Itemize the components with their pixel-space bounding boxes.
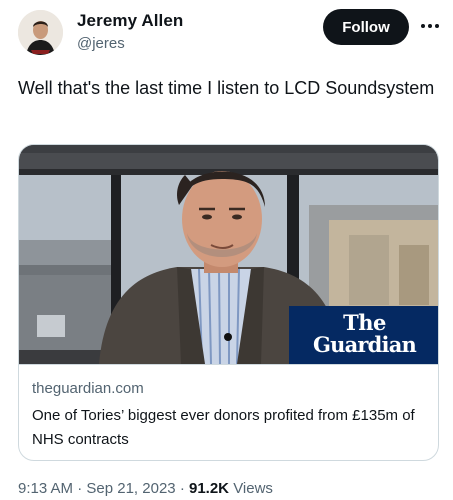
tweet-time[interactable]: 9:13 AM [18, 480, 73, 497]
author-handle[interactable]: @jeres [77, 35, 125, 52]
author-name[interactable]: Jeremy Allen [77, 11, 183, 31]
guardian-logo-line2: Guardian [312, 332, 417, 357]
card-meta[interactable]: theguardian.com One of Tories’ biggest e… [19, 364, 438, 460]
more-options-button[interactable] [418, 15, 442, 37]
card-title: One of Tories’ biggest ever donors profi… [32, 407, 415, 448]
views-label: Views [233, 480, 273, 497]
link-card[interactable]: The Guardian theguardian.com One of Tori… [18, 144, 439, 461]
guardian-logo-line1: The [343, 310, 386, 335]
avatar[interactable] [18, 10, 63, 55]
tweet-footer: 9:13 AM · Sep 21, 2023 · 91.2K Views [18, 480, 273, 497]
tweet-date[interactable]: Sep 21, 2023 [86, 480, 175, 497]
separator-dot: · [179, 480, 185, 497]
card-image[interactable]: The Guardian [19, 145, 438, 364]
profile-avatar-icon [18, 10, 63, 55]
separator-dot: · [77, 480, 83, 497]
tweet-text: Well that's the last time I listen to LC… [18, 78, 435, 98]
guardian-logo: The Guardian [289, 306, 438, 364]
follow-button[interactable]: Follow [323, 9, 409, 45]
card-domain: theguardian.com [32, 380, 144, 397]
more-horizontal-icon [421, 24, 439, 28]
tweet-header: Jeremy Allen @jeres Follow [18, 9, 443, 55]
views-count[interactable]: 91.2K [189, 480, 229, 497]
